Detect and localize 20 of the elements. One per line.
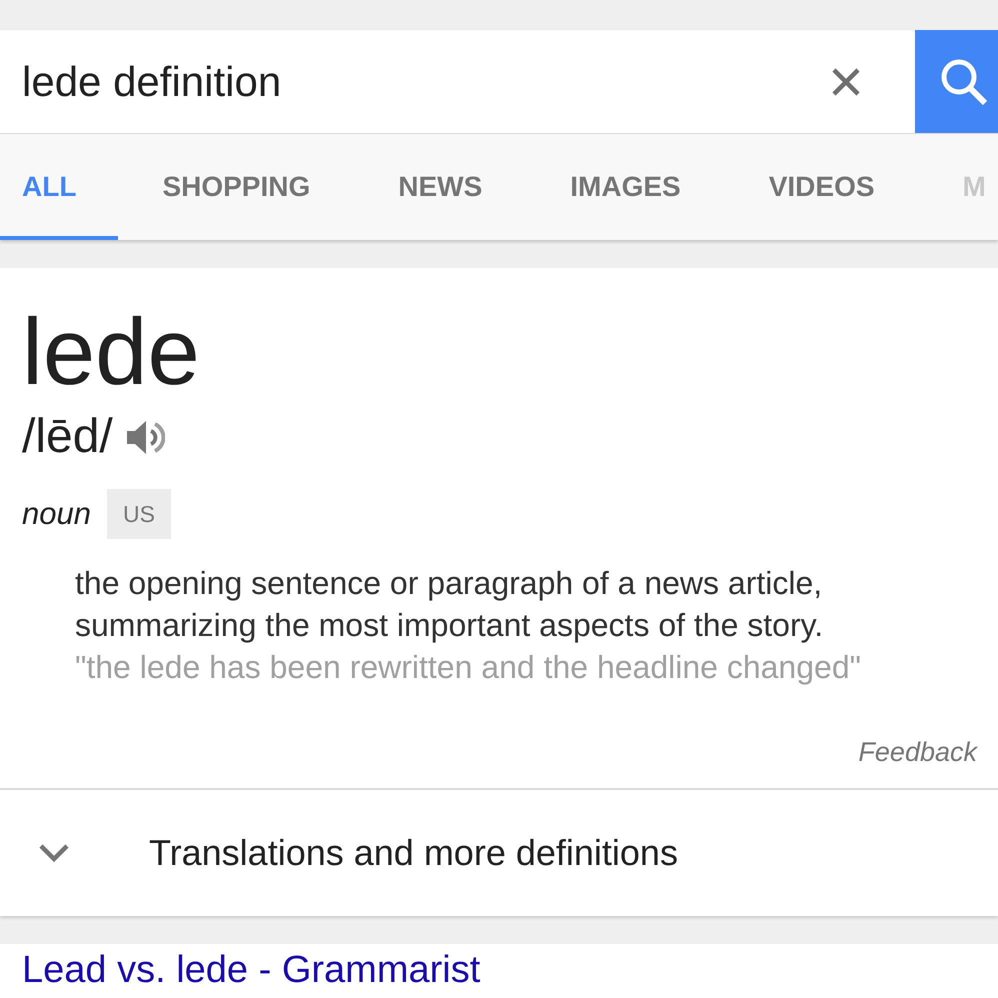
tab[interactable]: SHOPPING — [118, 134, 354, 240]
search-button[interactable] — [915, 30, 998, 133]
tab[interactable]: VIDEOS — [724, 134, 919, 240]
tab[interactable]: NEWS — [354, 134, 526, 240]
pronunciation: /lēd/ — [22, 411, 113, 463]
tab[interactable]: IMAGES — [526, 134, 725, 240]
definition-text: the opening sentence or paragraph of a news article, summarizing the most important aspects of the story. — [75, 564, 824, 645]
more-definitions-button[interactable]: Translations and more definitions — [0, 788, 998, 916]
result-link[interactable]: Lead vs. lede - Grammarist — [22, 949, 480, 991]
close-icon — [831, 66, 861, 96]
speaker-icon[interactable] — [126, 420, 165, 454]
headword: lede — [22, 305, 201, 399]
search-icon — [940, 58, 988, 106]
clear-button[interactable] — [815, 30, 915, 133]
feedback-link[interactable]: Feedback — [858, 734, 977, 770]
example-sentence: "the lede has been rewritten and the headline changed" — [75, 648, 862, 687]
region-tag: US — [106, 489, 171, 539]
search-field[interactable]: lede definition — [0, 30, 815, 133]
tab[interactable]: ALL — [0, 134, 118, 240]
part-of-speech: noun — [22, 495, 91, 533]
